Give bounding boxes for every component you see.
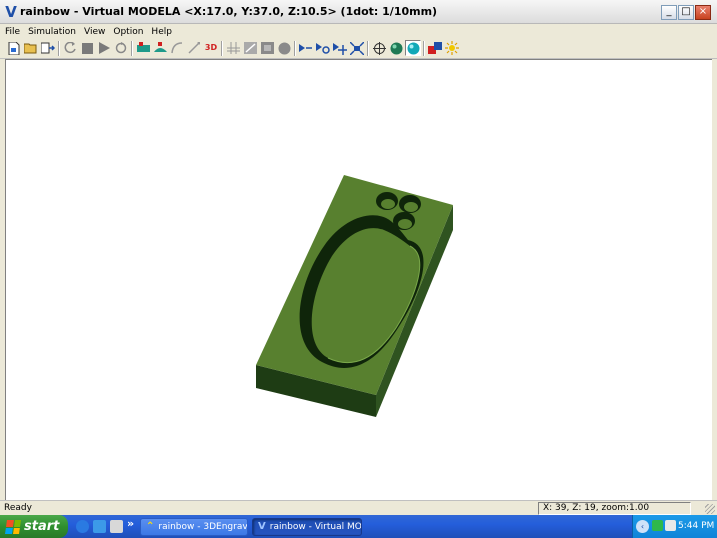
sphere-button[interactable] <box>276 40 292 56</box>
fit-icon <box>350 41 364 55</box>
window-title: rainbow - Virtual MODELA <X:17.0, Y:37.0… <box>20 5 438 18</box>
hole-3-floor <box>398 219 412 229</box>
wireframe-button[interactable] <box>225 40 241 56</box>
start-label: start <box>24 519 60 534</box>
menu-bar: File Simulation View Option Help <box>0 24 717 38</box>
clock: 5:44 PM <box>678 521 715 531</box>
zoom-window-button[interactable] <box>315 40 331 56</box>
toolbar-separator <box>367 41 369 56</box>
slope-icon <box>243 42 257 54</box>
pan-icon <box>333 42 347 55</box>
hole-2-floor <box>404 202 418 212</box>
toolbar: 3D <box>0 38 717 59</box>
reset-button[interactable] <box>113 40 129 56</box>
toolbar-separator <box>58 41 60 56</box>
close-button[interactable]: × <box>695 5 711 20</box>
fit-view-button[interactable] <box>349 40 365 56</box>
task-label: rainbow - 3DEngrave <box>158 522 248 532</box>
minimize-button[interactable]: _ <box>661 5 677 20</box>
open-file-button[interactable] <box>23 40 39 56</box>
3d-view-button[interactable]: 3D <box>203 40 219 56</box>
task-rainbow-3dengrave[interactable]: ⌃ rainbow - 3DEngrave <box>140 518 248 536</box>
show-desktop-icon[interactable] <box>110 520 123 533</box>
task-rainbow-virtual-modela[interactable]: V rainbow - Virtual MOD... <box>252 518 362 536</box>
wireframe-icon <box>226 42 240 54</box>
model-b-button[interactable] <box>152 40 168 56</box>
play-button[interactable] <box>96 40 112 56</box>
app-window: V rainbow - Virtual MODELA <X:17.0, Y:37… <box>0 0 717 515</box>
title-bar[interactable]: V rainbow - Virtual MODELA <X:17.0, Y:37… <box>0 0 717 24</box>
tool-settings-icon <box>428 41 442 54</box>
toolbar-separator <box>294 41 296 56</box>
reset-icon <box>115 42 127 54</box>
sphere-cyan-icon <box>407 42 419 54</box>
virtual-modela-app-icon[interactable]: V <box>3 4 19 20</box>
toolbar-separator <box>131 41 133 56</box>
import-icon <box>41 42 55 53</box>
light-button[interactable] <box>444 40 460 56</box>
path-curve-button[interactable] <box>169 40 185 56</box>
light-icon <box>445 41 459 55</box>
sphere-icon <box>278 42 290 54</box>
target-button[interactable] <box>371 40 387 56</box>
sphere-cyan-button[interactable] <box>405 40 421 56</box>
menu-simulation[interactable]: Simulation <box>24 25 80 39</box>
windows-logo-icon <box>5 519 21 534</box>
shade-button[interactable] <box>259 40 275 56</box>
task-label: rainbow - Virtual MOD... <box>269 522 362 532</box>
pan-button[interactable] <box>332 40 348 56</box>
status-bar: Ready X: 39, Z: 19, zoom:1.00 <box>0 500 717 515</box>
rewind-button[interactable] <box>62 40 78 56</box>
new-file-icon <box>8 41 20 55</box>
open-file-icon <box>24 43 37 54</box>
hole-1-floor <box>381 199 395 209</box>
new-file-button[interactable] <box>6 40 22 56</box>
shade-icon <box>260 42 274 54</box>
rotate-button[interactable] <box>298 40 314 56</box>
tray-expand-icon[interactable]: ‹ <box>636 520 649 533</box>
zoom-window-icon <box>316 42 330 54</box>
media-player-icon[interactable] <box>93 520 106 533</box>
start-button[interactable]: start <box>0 515 68 538</box>
3d-view-icon: 3D <box>204 43 218 52</box>
milling-simulation-view <box>256 175 453 417</box>
toolbar-separator <box>423 41 425 56</box>
toolbar-separator <box>221 41 223 56</box>
slope-button[interactable] <box>242 40 258 56</box>
coordinate-readout: X: 39, Z: 19, zoom:1.00 <box>538 502 691 515</box>
path-line-button[interactable] <box>186 40 202 56</box>
quick-launch-overflow-icon[interactable]: » <box>127 517 134 530</box>
tool-settings-button[interactable] <box>427 40 443 56</box>
import-button[interactable] <box>40 40 56 56</box>
3d-viewport[interactable] <box>5 59 712 500</box>
engrave-app-icon: ⌃ <box>146 521 155 532</box>
system-tray: ‹ 5:44 PM <box>632 515 717 538</box>
sphere-green-button[interactable] <box>388 40 404 56</box>
model-a-icon <box>136 41 150 52</box>
stop-icon <box>81 42 93 54</box>
menu-option[interactable]: Option <box>109 25 147 39</box>
rewind-icon <box>64 42 76 54</box>
target-icon <box>372 41 386 55</box>
taskbar: start » ⌃ rainbow - 3DEngrave V rainbow … <box>0 515 717 538</box>
model-a-button[interactable] <box>135 40 151 56</box>
virtual-modela-task-icon: V <box>258 521 266 532</box>
menu-help[interactable]: Help <box>147 25 176 39</box>
internet-explorer-icon[interactable] <box>76 520 89 533</box>
maximize-button[interactable]: □ <box>678 5 694 20</box>
menu-file[interactable]: File <box>0 25 24 39</box>
path-line-icon <box>188 42 200 54</box>
menu-view[interactable]: View <box>80 25 109 39</box>
play-icon <box>98 42 110 54</box>
status-text: Ready <box>4 503 32 513</box>
path-curve-icon <box>171 42 183 54</box>
sphere-green-icon <box>390 42 402 54</box>
rotate-icon <box>299 44 312 52</box>
model-b-icon <box>153 41 167 52</box>
network-icon[interactable] <box>652 520 663 531</box>
volume-icon[interactable] <box>665 520 676 531</box>
resize-grip-icon[interactable] <box>705 504 715 514</box>
stop-button[interactable] <box>79 40 95 56</box>
